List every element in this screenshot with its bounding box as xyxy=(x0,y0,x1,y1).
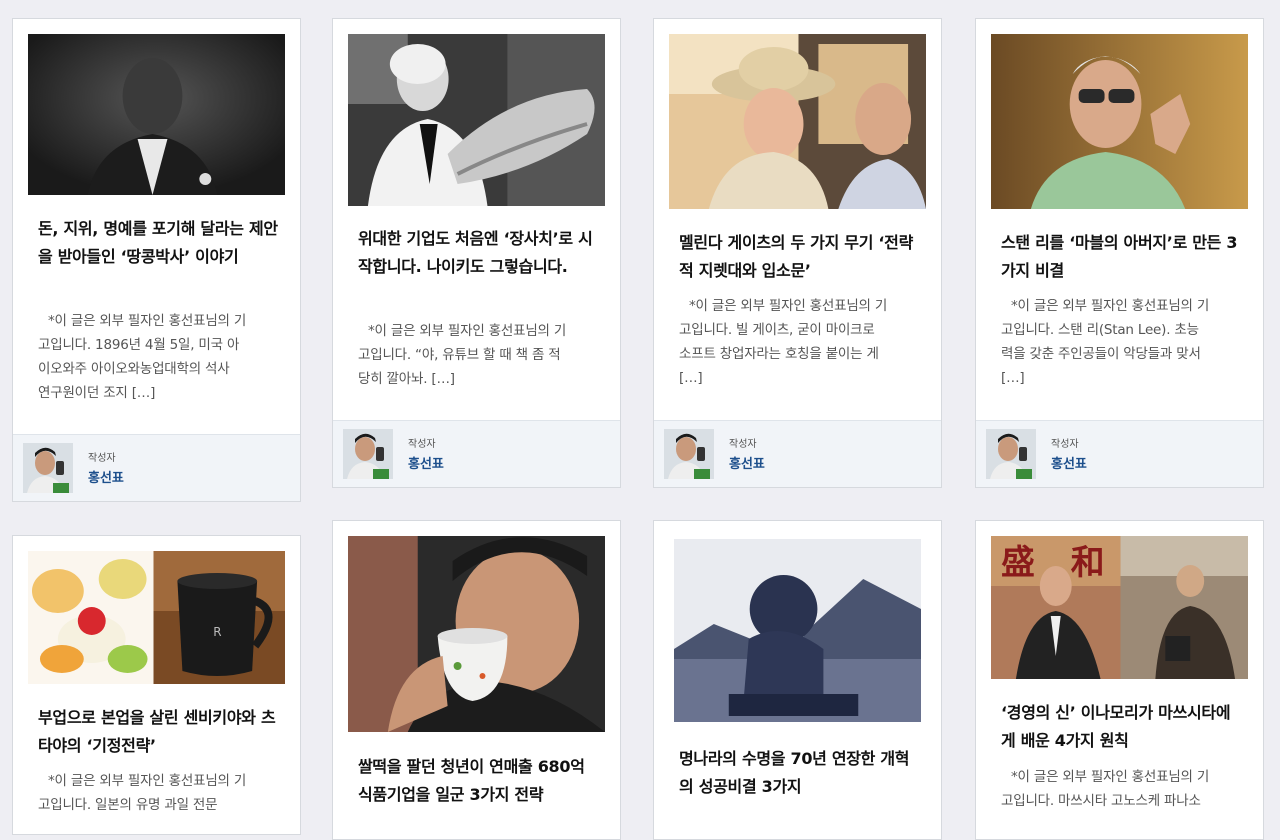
post-excerpt: *이 글은 외부 필자인 홍선표님의 기 고입니다. 스탠 리(Stan Lee… xyxy=(1001,294,1243,390)
author-photo-icon xyxy=(664,429,714,479)
author-photo-icon xyxy=(23,443,73,493)
post-thumbnail[interactable] xyxy=(348,34,605,206)
avatar[interactable] xyxy=(986,429,1036,479)
hat-portrait-photo-icon xyxy=(669,34,926,209)
post-card[interactable]: R 부업으로 본업을 살린 센비키야와 츠타야의 ‘기정전략’ *이 글은 외부… xyxy=(12,535,301,835)
post-card[interactable]: 명나라의 수명을 70년 연장한 개혁의 성공비결 3가지 xyxy=(653,520,942,840)
avatar[interactable] xyxy=(664,429,714,479)
excerpt-line: 력을 갖춘 주인공들이 악당들과 맞서 xyxy=(1001,346,1201,362)
post-card[interactable]: 위대한 기업도 처음엔 ‘장사치’로 시작합니다. 나이키도 그렇습니다. *이… xyxy=(332,18,621,488)
post-author-bar: 작성자 홍선표 xyxy=(333,420,620,487)
avatar[interactable] xyxy=(23,443,73,493)
post-thumbnail[interactable] xyxy=(669,34,926,209)
avatar[interactable] xyxy=(343,429,393,479)
post-author-bar: 작성자 홍선표 xyxy=(654,420,941,487)
excerpt-line: […] xyxy=(679,370,703,386)
post-thumbnail[interactable] xyxy=(28,34,285,195)
post-card[interactable]: 盛 和 ‘경영의 신’ 이나모리가 마쓰시타에게 배운 4가지 원칙 *이 글은… xyxy=(975,520,1264,840)
excerpt-line: 고입니다. 1896년 4월 5일, 미국 아 xyxy=(38,337,240,353)
post-title[interactable]: 돈, 지위, 명예를 포기해 달라는 제안을 받아들인 ‘땅콩박사’ 이야기 xyxy=(38,215,280,271)
post-excerpt: *이 글은 외부 필자인 홍선표님의 기 고입니다. 일본의 유명 과일 전문 xyxy=(38,769,280,817)
excerpt-line: 당히 깔아놔. […] xyxy=(358,371,455,387)
post-thumbnail[interactable] xyxy=(674,539,921,722)
portrait-photo-icon xyxy=(28,34,285,195)
post-title[interactable]: 위대한 기업도 처음엔 ‘장사치’로 시작합니다. 나이키도 그렇습니다. xyxy=(358,225,600,281)
excerpt-line: *이 글은 외부 필자인 홍선표님의 기 xyxy=(689,298,888,314)
post-author-bar: 작성자 홍선표 xyxy=(976,420,1263,487)
excerpt-line: *이 글은 외부 필자인 홍선표님의 기 xyxy=(48,773,247,789)
post-title[interactable]: 부업으로 본업을 살린 센비키야와 츠타야의 ‘기정전략’ xyxy=(38,704,280,760)
post-title[interactable]: 명나라의 수명을 70년 연장한 개혁의 성공비결 3가지 xyxy=(679,745,921,801)
post-excerpt: *이 글은 외부 필자인 홍선표님의 기 고입니다. 빌 게이츠, 굳이 마이크… xyxy=(679,294,921,390)
post-title[interactable]: 쌀떡을 팔던 청년이 연매출 680억 식품기업을 일군 3가지 전략 xyxy=(358,753,600,809)
post-thumbnail[interactable]: 盛 和 xyxy=(991,536,1248,679)
post-thumbnail[interactable] xyxy=(991,34,1248,209)
post-card[interactable]: 돈, 지위, 명예를 포기해 달라는 제안을 받아들인 ‘땅콩박사’ 이야기 *… xyxy=(12,18,301,502)
post-thumbnail[interactable]: R xyxy=(28,551,285,684)
speaker-collage-photo-icon: 盛 和 xyxy=(991,536,1248,679)
excerpt-line: 고입니다. 일본의 유명 과일 전문 xyxy=(38,797,218,813)
excerpt-line: 고입니다. “야, 유튜브 할 때 책 좀 적 xyxy=(358,347,561,363)
post-title[interactable]: ‘경영의 신’ 이나모리가 마쓰시타에게 배운 4가지 원칙 xyxy=(1001,699,1243,755)
author-name-link[interactable]: 홍선표 xyxy=(88,467,124,486)
sneaker-photo-icon xyxy=(348,34,605,206)
excerpt-line: *이 글은 외부 필자인 홍선표님의 기 xyxy=(48,313,247,329)
post-excerpt: *이 글은 외부 필자인 홍선표님의 기 고입니다. 1896년 4월 5일, … xyxy=(38,309,280,405)
svg-text:和: 和 xyxy=(1071,543,1105,583)
author-name-link[interactable]: 홍선표 xyxy=(408,453,444,472)
author-label: 작성자 xyxy=(408,439,436,450)
excerpt-line: […] xyxy=(1001,370,1025,386)
author-label: 작성자 xyxy=(88,453,116,464)
author-label: 작성자 xyxy=(1051,439,1079,450)
excerpt-line: *이 글은 외부 필자인 홍선표님의 기 xyxy=(1011,769,1210,785)
excerpt-line: 소프트 창업자라는 호칭을 붙이는 게 xyxy=(679,346,879,362)
svg-text:盛: 盛 xyxy=(1001,543,1035,583)
post-excerpt: *이 글은 외부 필자인 홍선표님의 기 고입니다. “야, 유튜브 할 때 책… xyxy=(358,319,600,391)
post-thumbnail[interactable] xyxy=(348,536,605,732)
author-name-link[interactable]: 홍선표 xyxy=(1051,453,1087,472)
excerpt-line: *이 글은 외부 필자인 홍선표님의 기 xyxy=(1011,298,1210,314)
lion-statue-photo-icon xyxy=(674,539,921,722)
excerpt-line: *이 글은 외부 필자인 홍선표님의 기 xyxy=(368,323,567,339)
excerpt-line: 고입니다. 마쓰시타 고노스케 파나소 xyxy=(1001,793,1201,809)
post-card[interactable]: 멜린다 게이츠의 두 가지 무기 ‘전략적 지렛대와 입소문’ *이 글은 외부… xyxy=(653,18,942,488)
excerpt-line: 고입니다. 스탠 리(Stan Lee). 초능 xyxy=(1001,322,1199,338)
sunglasses-portrait-photo-icon xyxy=(991,34,1248,209)
post-author-bar: 작성자 홍선표 xyxy=(13,434,300,501)
author-photo-icon xyxy=(986,429,1036,479)
post-title[interactable]: 스탠 리를 ‘마블의 아버지’로 만든 3가지 비결 xyxy=(1001,229,1243,285)
author-photo-icon xyxy=(343,429,393,479)
excerpt-line: 고입니다. 빌 게이츠, 굳이 마이크로 xyxy=(679,322,875,338)
post-excerpt: *이 글은 외부 필자인 홍선표님의 기 고입니다. 마쓰시타 고노스케 파나소 xyxy=(1001,765,1243,813)
author-name-link[interactable]: 홍선표 xyxy=(729,453,765,472)
post-card[interactable]: 스탠 리를 ‘마블의 아버지’로 만든 3가지 비결 *이 글은 외부 필자인 … xyxy=(975,18,1264,488)
excerpt-line: 이오와주 아이오와농업대학의 석사 xyxy=(38,361,230,377)
drinking-cup-photo-icon xyxy=(348,536,605,732)
fruit-and-cup-photo-icon: R xyxy=(28,551,285,684)
post-card[interactable]: 쌀떡을 팔던 청년이 연매출 680억 식품기업을 일군 3가지 전략 xyxy=(332,520,621,840)
author-label: 작성자 xyxy=(729,439,757,450)
post-title[interactable]: 멜린다 게이츠의 두 가지 무기 ‘전략적 지렛대와 입소문’ xyxy=(679,229,921,285)
svg-text:R: R xyxy=(213,625,221,639)
excerpt-line: 연구원이던 조지 […] xyxy=(38,385,156,401)
